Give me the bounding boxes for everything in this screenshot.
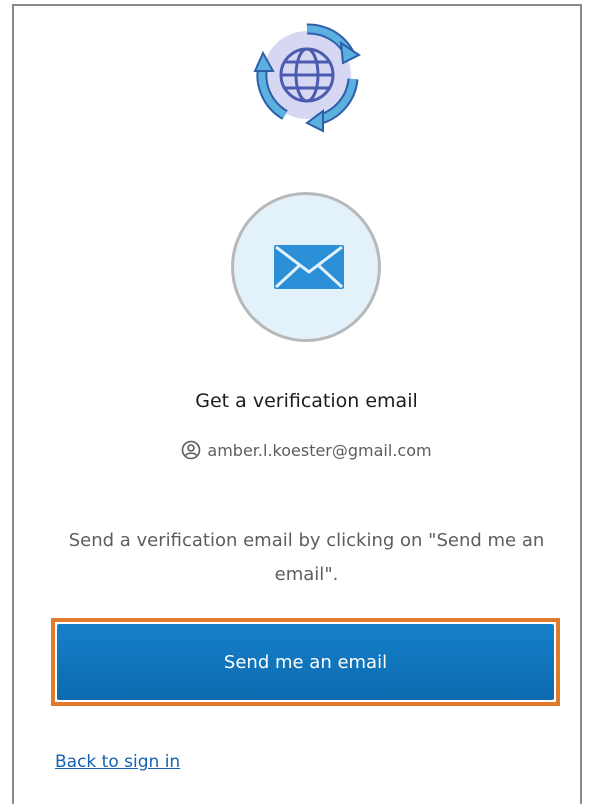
instructions-text: Send a verification email by clicking on… xyxy=(68,530,545,585)
back-to-sign-in-link[interactable]: Back to sign in xyxy=(55,752,180,772)
user-icon xyxy=(181,440,201,464)
email-factor-badge xyxy=(231,192,381,342)
envelope-icon xyxy=(274,245,344,289)
globe-logo-icon xyxy=(245,15,371,135)
page-title: Get a verification email xyxy=(195,390,418,412)
send-email-button[interactable]: Send me an email xyxy=(57,624,554,700)
user-identifier: amber.l.koester@gmail.com xyxy=(0,440,589,464)
user-email: amber.l.koester@gmail.com xyxy=(207,441,432,460)
